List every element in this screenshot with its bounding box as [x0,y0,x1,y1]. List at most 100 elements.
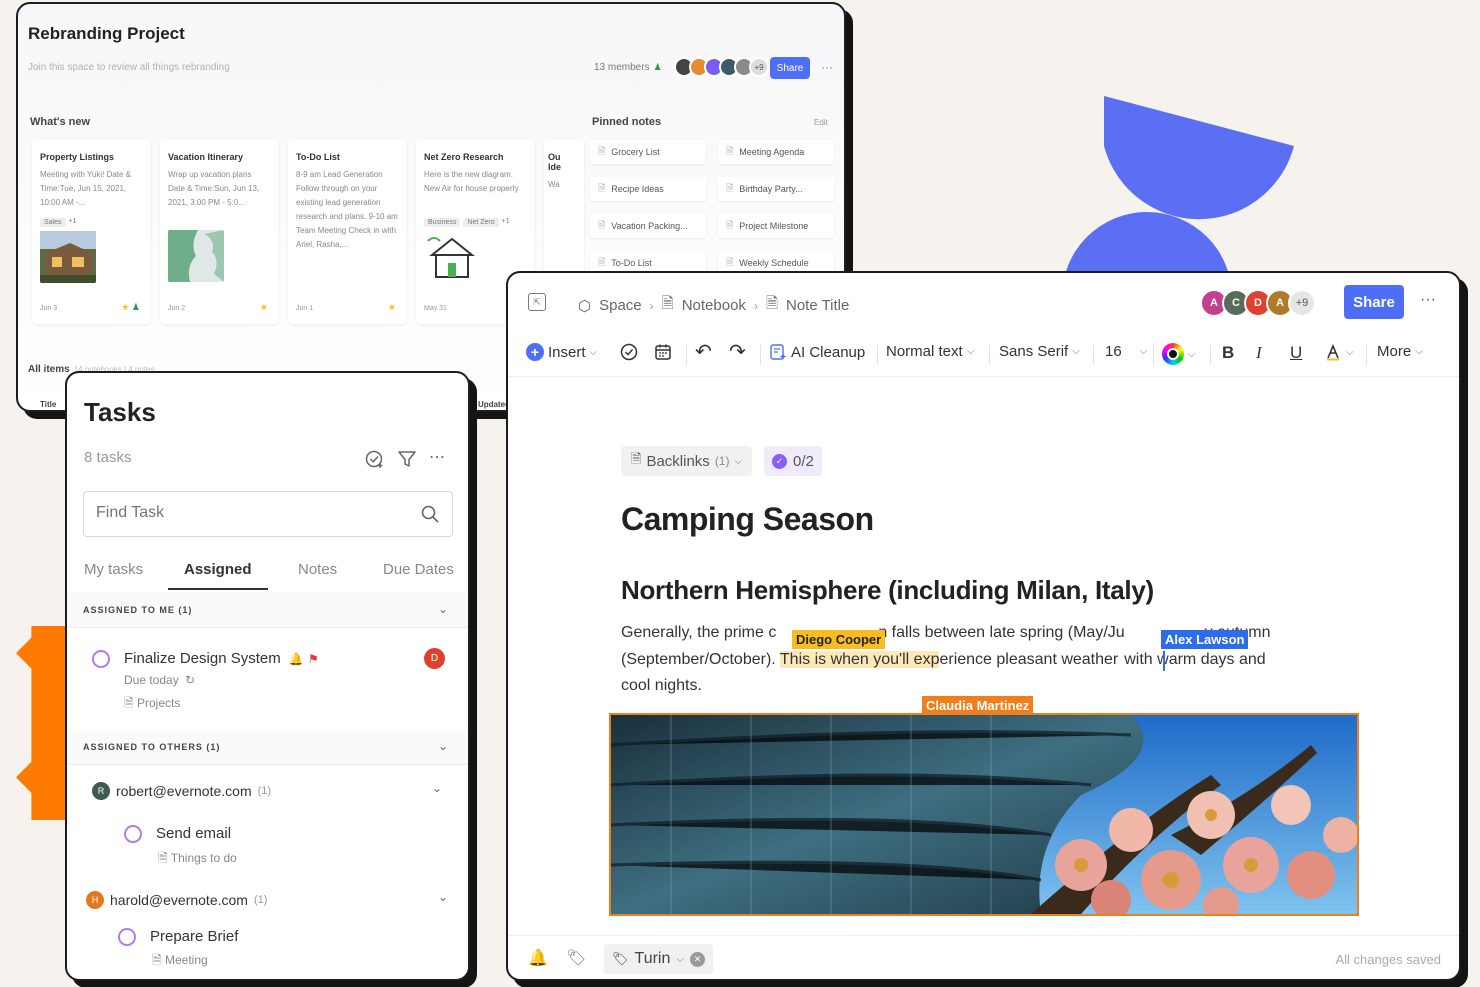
chevron-down-icon: ⌵ [1415,346,1423,357]
add-reminder-icon[interactable]: 🔔 [528,948,548,968]
note-card-preview: Here is the new diagram. New Air for hou… [424,170,519,193]
avatars-more-count: +9 [1288,289,1316,317]
more-options-icon[interactable]: ⋯ [429,449,445,474]
note-card[interactable]: Property Listings Meeting with Yuki! Dat… [32,140,150,324]
task-checkbox[interactable] [92,650,110,668]
task-notebook-text: Meeting [165,953,208,967]
chevron-down-icon[interactable]: ⌄ [438,602,448,616]
expand-icon[interactable]: ⇱ [528,293,546,311]
active-tab-indicator [168,588,268,590]
task-title[interactable]: Finalize Design System 🔔 ⚑ [124,650,319,667]
breadcrumb-notebook[interactable]: Notebook [682,297,746,314]
font-size-value: 16 [1105,343,1122,360]
task-title[interactable]: Send email [156,825,231,842]
more-options-button[interactable]: ··· [1420,291,1436,309]
undo-icon: ↶ [695,341,712,363]
note-image[interactable] [609,713,1359,916]
pinned-edit-link[interactable]: Edit [814,118,828,127]
plus-icon: + [526,343,544,361]
collaborator-avatars[interactable]: A C D A +9 [1200,289,1316,317]
star-icon: ★ [259,302,268,312]
task-checkbox-button[interactable] [620,343,638,361]
note-card[interactable]: To-Do List 8-9 am Lead Generation Follow… [288,140,406,324]
star-icon: ★ [387,302,396,312]
chevron-down-icon[interactable]: ⌄ [438,739,448,753]
note-icon: 🗎 [726,220,734,230]
user-email: harold@evernote.com [110,892,248,908]
chevron-down-icon: ⌵ [589,346,598,358]
task-checkbox[interactable] [118,928,136,946]
pinned-note-label: To-Do List [611,258,652,268]
assigned-to-me-section[interactable]: ASSIGNED TO ME (1) ⌄ [67,592,468,628]
underline-button[interactable]: U [1290,343,1302,363]
more-formatting-dropdown[interactable]: More ⌵ [1377,343,1423,360]
tag-label: Turin [634,950,671,967]
task-notebook-text: Things to do [170,851,237,865]
breadcrumb-note-title[interactable]: Note Title [786,297,849,314]
tag-chip[interactable]: 🏷 Turin ⌵ ✕ [604,944,713,974]
text-style-value: Normal text [886,343,963,360]
note-card[interactable]: Vacation Itinerary Wrap up vacation plan… [160,140,278,324]
add-tag-icon[interactable]: 🏷 [566,948,586,968]
column-title-header[interactable]: Title [40,400,56,409]
members-icon: ♟ [653,62,662,72]
search-icon[interactable] [420,504,440,529]
bold-button[interactable]: B [1222,343,1234,363]
font-family-dropdown[interactable]: Sans Serif ⌵ [999,343,1080,360]
font-size-dropdown[interactable]: 16 ⌵ [1105,343,1147,360]
add-task-icon[interactable] [365,449,385,474]
assigned-to-others-section[interactable]: ASSIGNED TO OTHERS (1) ⌄ [67,729,468,765]
tab-notes[interactable]: Notes [298,561,337,578]
task-progress-badge[interactable]: ✓ 0/2 [764,446,822,476]
pinned-note[interactable]: 🗎 Project Milestone [718,214,834,238]
task-checkbox[interactable] [124,825,142,843]
breadcrumb-space[interactable]: Space [599,297,642,314]
note-paragraph-line[interactable]: (September/October). This is when you'll… [621,651,1341,669]
more-options-button[interactable]: ··· [821,60,833,74]
note-card-title: Ou Ide [548,152,562,172]
user-email: robert@evernote.com [116,783,252,799]
tab-due-dates[interactable]: Due Dates [383,561,454,578]
filter-icon[interactable] [397,449,417,474]
pinned-note[interactable]: 🗎 Grocery List [590,140,706,164]
pinned-note[interactable]: 🗎 Birthday Party... [718,177,834,201]
tab-my-tasks[interactable]: My tasks [84,561,143,578]
tag: Business [424,218,461,227]
chevron-down-icon[interactable]: ⌄ [432,781,442,795]
find-task-input[interactable] [96,504,396,522]
highlight-button[interactable]: ⌵ [1324,343,1354,361]
note-card-date: Jun 2 [168,305,186,312]
tag: Sales [40,218,66,227]
pinned-note[interactable]: 🗎 Vacation Packing... [590,214,706,238]
pinned-note[interactable]: 🗎 Recipe Ideas [590,177,706,201]
task-title[interactable]: Prepare Brief [150,928,238,945]
share-button[interactable]: Share [770,57,810,79]
text-color-picker[interactable]: ⌵ [1162,343,1196,365]
assignee-row[interactable]: R robert@evernote.com (1) [92,782,271,800]
undo-button[interactable]: ↶ [695,341,712,363]
task-due-text: Due today [124,673,179,687]
italic-button[interactable]: I [1256,343,1262,363]
text-style-dropdown[interactable]: Normal text ⌵ [886,343,974,360]
note-title[interactable]: Camping Season [621,501,874,538]
redo-button[interactable]: ↷ [729,342,746,362]
note-icon: 🗎 [726,183,734,193]
share-button[interactable]: Share [1344,285,1404,319]
members-count[interactable]: 13 members ♟ [594,62,662,73]
calendar-button[interactable] [654,343,672,361]
tab-assigned[interactable]: Assigned [184,561,252,578]
tag: Net Zero [463,218,499,227]
note-card-preview: Wrap up vacation plans Date & Time:Sun, … [168,170,260,207]
assignee-row[interactable]: H harold@evernote.com (1) [86,891,267,909]
map-thumbnail [168,230,224,282]
note-paragraph-line[interactable]: cool nights. [621,677,1341,695]
ai-cleanup-button[interactable]: AI Cleanup [769,343,865,361]
remove-tag-icon[interactable]: ✕ [689,951,705,967]
note-heading[interactable]: Northern Hemisphere (including Milan, It… [621,575,1154,606]
chevron-down-icon[interactable]: ⌄ [438,890,448,904]
backlinks-button[interactable]: 🗎 Backlinks (1) ⌵ [621,446,753,476]
note-icon: 🗎 [598,220,606,230]
insert-button[interactable]: + Insert ⌵ [526,343,597,361]
pinned-note[interactable]: 🗎 Meeting Agenda [718,140,834,164]
member-avatars[interactable]: +9 [674,57,769,77]
